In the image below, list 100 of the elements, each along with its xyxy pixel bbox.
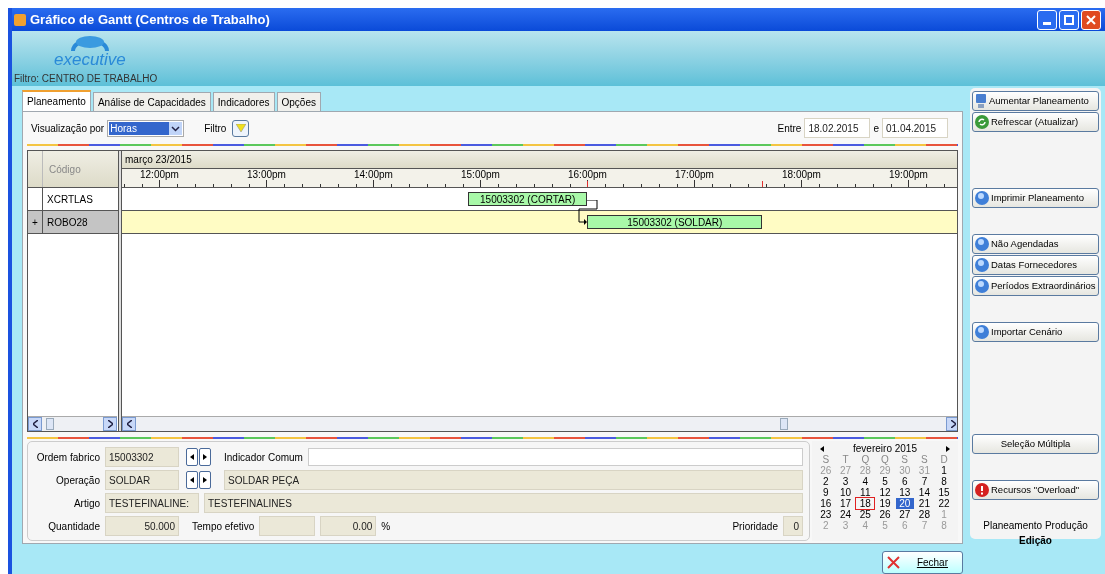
side-button[interactable]: Datas Fornecedores xyxy=(972,255,1099,275)
calendar-day[interactable]: 5 xyxy=(876,476,894,487)
left-triangle-icon xyxy=(190,477,194,483)
tab[interactable]: Indicadores xyxy=(212,92,275,111)
percent-sign: % xyxy=(381,519,391,534)
calendar-day[interactable]: 11 xyxy=(856,487,875,498)
calendar-day[interactable]: 6 xyxy=(895,476,914,487)
sphere-icon xyxy=(975,279,989,293)
minimize-button[interactable] xyxy=(1037,9,1057,30)
side-button[interactable]: Seleção Múltipla xyxy=(972,434,1099,454)
calendar-day[interactable]: 23 xyxy=(817,509,835,520)
refresh-icon xyxy=(975,115,989,129)
calendar-day[interactable]: 25 xyxy=(856,509,875,520)
side-button[interactable]: Importar Cenário xyxy=(972,322,1099,342)
calendar-day[interactable]: 22 xyxy=(935,498,953,509)
alert-icon xyxy=(975,483,989,497)
maximize-button[interactable] xyxy=(1059,9,1079,30)
weekday-label: Q xyxy=(860,454,871,465)
mode-value: Edição xyxy=(1018,534,1053,548)
operation-description-field[interactable]: SOLDAR PEÇA xyxy=(224,470,803,490)
calendar-day[interactable]: 16 xyxy=(817,498,835,509)
weekday-label: T xyxy=(841,454,850,465)
calendar-day[interactable]: 24 xyxy=(836,509,855,520)
resource-row[interactable]: + ROBO28 xyxy=(28,211,118,234)
column-header: Código xyxy=(48,162,81,177)
next-month-icon[interactable] xyxy=(946,445,950,452)
view-dropdown[interactable]: Horas xyxy=(107,119,185,137)
calendar-day[interactable]: 15 xyxy=(935,487,953,498)
date-from-field[interactable]: 18.02.2015 xyxy=(804,118,871,138)
order-field[interactable]: 15003302 xyxy=(105,447,179,467)
side-button[interactable]: Recursos "Overload" xyxy=(972,480,1099,500)
tab[interactable]: Planeamento xyxy=(22,90,91,111)
tab[interactable]: Opções xyxy=(276,92,321,111)
previous-button[interactable] xyxy=(186,448,198,466)
calendar-day[interactable]: 18 xyxy=(856,498,875,509)
hour-label: 15:00pm xyxy=(461,169,500,181)
task-bar[interactable]: 15003302 (SOLDAR) xyxy=(587,215,763,229)
calendar-day[interactable]: 20 xyxy=(895,498,914,509)
calendar-day[interactable]: 7 xyxy=(915,476,934,487)
hour-label: 12:00pm xyxy=(140,169,179,181)
resource-row[interactable]: XCRTLAS xyxy=(28,188,118,211)
calendar-day[interactable]: 26 xyxy=(876,509,894,520)
calendar-day[interactable]: 14 xyxy=(915,487,934,498)
calendar-day[interactable]: 2 xyxy=(817,476,835,487)
calendar[interactable]: fevereiro 2015 S T Q Q S S D 26 27 28 29 30 31 1 2 3 4 5 6 7 8 9 10 11 12 13 14 15 16 17 18 19 20 21 22 23 24 25 26 27 28 1 2 3 4 5 6 7 8 xyxy=(812,441,958,541)
calendar-day[interactable]: 8 xyxy=(935,476,953,487)
scrollbar-thumb[interactable] xyxy=(780,418,788,430)
weekday-label: D xyxy=(939,454,949,465)
date-to-field[interactable]: 01.04.2015 xyxy=(882,118,948,138)
calendar-day[interactable]: 27 xyxy=(895,509,914,520)
filter-label: Filtro: CENTRO DE TRABALHO xyxy=(14,72,159,86)
expander[interactable]: + xyxy=(28,211,43,233)
sphere-icon xyxy=(975,258,989,272)
calendar-day[interactable]: 10 xyxy=(836,487,855,498)
calendar-day[interactable]: 4 xyxy=(856,476,875,487)
weekday-label: S xyxy=(821,454,831,465)
logo-text: executive xyxy=(54,51,126,69)
app-icon xyxy=(14,13,26,26)
quantity-field[interactable]: 50.000 xyxy=(105,516,179,536)
previous-month-icon[interactable] xyxy=(820,445,824,452)
horizontal-scrollbar[interactable] xyxy=(122,416,957,431)
calendar-day[interactable]: 19 xyxy=(876,498,894,509)
hour-label: 17:00pm xyxy=(675,169,714,181)
side-button[interactable]: Não Agendadas xyxy=(972,234,1099,254)
tab[interactable]: Análise de Capacidades xyxy=(92,92,211,111)
previous-button[interactable] xyxy=(186,471,198,489)
calendar-day[interactable]: 1 xyxy=(935,465,953,476)
indicator-field[interactable] xyxy=(307,448,803,466)
side-button[interactable]: Aumentar Planeamento xyxy=(972,91,1099,111)
calendar-day[interactable]: 3 xyxy=(836,476,855,487)
next-button[interactable] xyxy=(199,471,211,489)
close-button[interactable] xyxy=(1081,9,1101,30)
weekday-label: S xyxy=(920,454,929,465)
calendar-day[interactable]: 17 xyxy=(836,498,855,509)
calendar-day[interactable]: 21 xyxy=(915,498,934,509)
close-icon xyxy=(1086,14,1096,25)
mode-caption: Planeamento Produção xyxy=(982,519,1089,533)
article-description-field[interactable]: TESTEFINALINES xyxy=(204,493,803,513)
close-dialog-button[interactable]: Fechar xyxy=(882,551,963,574)
article-field[interactable]: TESTEFINALINE: xyxy=(105,493,199,513)
percent-field[interactable]: 0.00 xyxy=(320,516,377,536)
hour-label: 18:00pm xyxy=(782,169,821,181)
maximize-icon xyxy=(1064,14,1074,25)
filter-button[interactable] xyxy=(232,119,250,137)
date-header: março 23/2015 xyxy=(122,151,957,169)
operation-field[interactable]: SOLDAR xyxy=(105,470,179,490)
task-bar[interactable]: 15003302 (CORTAR) xyxy=(467,192,588,206)
side-button[interactable]: Períodos Extraordinários xyxy=(972,276,1099,296)
priority-field[interactable]: 0 xyxy=(783,516,803,536)
scrollbar-thumb[interactable] xyxy=(46,418,54,430)
calendar-day[interactable]: 13 xyxy=(895,487,914,498)
side-button[interactable]: Refrescar (Atualizar) xyxy=(972,112,1099,132)
calendar-day[interactable]: 12 xyxy=(876,487,894,498)
horizontal-scrollbar[interactable] xyxy=(28,416,117,431)
next-button[interactable] xyxy=(199,448,211,466)
time-label: Tempo efetivo xyxy=(192,519,255,534)
calendar-day[interactable]: 28 xyxy=(915,509,934,520)
side-button[interactable]: Imprimir Planeamento xyxy=(972,188,1099,208)
time-field[interactable] xyxy=(259,516,316,536)
calendar-day[interactable]: 9 xyxy=(817,487,835,498)
